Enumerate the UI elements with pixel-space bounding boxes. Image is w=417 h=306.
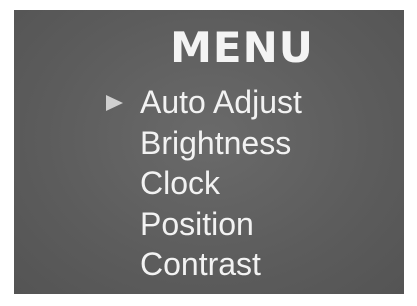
menu-item-label: Auto Adjust: [140, 84, 302, 120]
osd-menu-panel: MENU Auto Adjust Brightness Clock Positi…: [14, 10, 404, 294]
menu-item-label: Contrast: [140, 246, 261, 282]
menu-title: MENU: [170, 23, 314, 72]
menu-item-label: Clock: [140, 165, 221, 201]
menu-item-label: Position: [140, 205, 254, 242]
menu-item-contrast[interactable]: Contrast: [140, 248, 302, 289]
menu-item-brightness[interactable]: Brightness: [140, 127, 302, 168]
menu-item-clock[interactable]: Clock: [140, 167, 302, 208]
menu-item-label: Brightness: [140, 124, 292, 161]
menu-item-auto-adjust[interactable]: Auto Adjust: [106, 84, 302, 127]
menu-list: Auto Adjust Brightness Clock Position Co…: [106, 84, 302, 289]
selection-pointer-icon: [106, 95, 123, 111]
menu-item-position[interactable]: Position: [140, 208, 302, 249]
